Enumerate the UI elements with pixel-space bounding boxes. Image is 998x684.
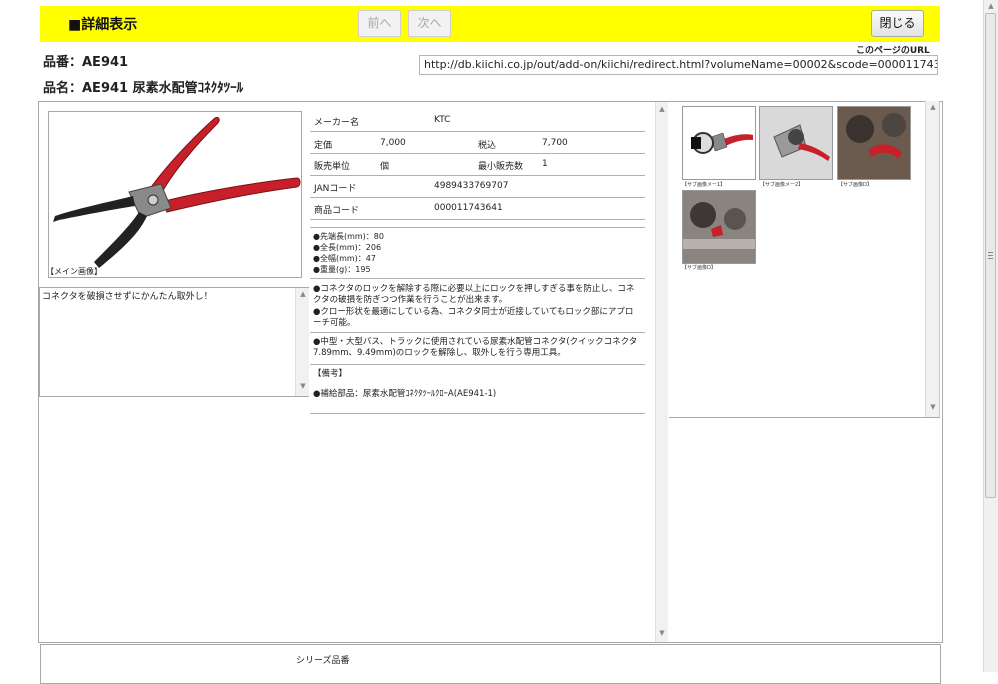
sub-image-caption: 【サブ画像メー2】 <box>760 182 804 188</box>
divider <box>310 227 645 228</box>
maker-label: メーカー名 <box>314 118 360 128</box>
main-image-caption: 【メイン画像】 <box>46 267 102 276</box>
table-row: 販売単位 個 最小販売数 1 <box>310 154 645 176</box>
product-code-value: 000011743641 <box>434 203 503 213</box>
header-bar: ■詳細表示 前へ 次へ 閉じる <box>40 6 940 42</box>
detail-scrollbar[interactable]: ▲ ▼ <box>655 102 668 642</box>
product-code-label: 商品コード <box>314 206 360 216</box>
sub-image-caption: 【サブ画像D】 <box>682 265 716 271</box>
page-scrollbar-thumb[interactable] <box>985 13 996 498</box>
scroll-up-icon[interactable]: ▲ <box>927 103 939 111</box>
divider <box>310 364 645 365</box>
divider <box>310 413 645 414</box>
note-paragraph: ●中型・大型バス、トラックに使用されている尿素水配管コネクタ(クイックコネクタ7… <box>313 337 638 358</box>
scroll-up-icon[interactable]: ▲ <box>985 2 997 10</box>
remarks-value: ●補給部品：尿素水配管ｺﾈｸﾀﾂｰﾙｸﾛｰA(AE941-1) <box>313 389 497 399</box>
main-image[interactable] <box>48 111 302 278</box>
sub-image-caption: 【サブ画像メー1】 <box>682 182 726 188</box>
divider <box>310 278 645 279</box>
sub-image-thumbnail[interactable] <box>759 106 833 180</box>
price-value: 7,000 <box>380 138 406 148</box>
spec-line: ●重量(g)：195 <box>313 265 371 274</box>
spec-line: ●先端長(mm)：80 <box>313 232 384 241</box>
unit-value: 個 <box>380 162 390 172</box>
series-label: シリーズ品番 <box>296 656 350 666</box>
table-row: 定価 7,000 税込 7,700 <box>310 132 645 154</box>
page-title: ■詳細表示 <box>68 17 138 33</box>
scroll-up-icon[interactable]: ▲ <box>656 105 668 113</box>
description-scrollbar[interactable]: ▲ ▼ <box>295 288 309 396</box>
min-qty-value: 1 <box>542 159 548 169</box>
remarks-label: 【備考】 <box>313 369 348 379</box>
price-label: 定価 <box>314 141 333 151</box>
unit-label: 販売単位 <box>314 162 351 172</box>
sub-image-thumbnail[interactable] <box>682 190 756 264</box>
next-button[interactable]: 次へ <box>408 10 451 37</box>
scroll-up-icon[interactable]: ▲ <box>297 290 309 298</box>
maker-value: KTC <box>434 115 451 125</box>
spec-line: ●全幅(mm)：47 <box>313 254 376 263</box>
note-paragraph: ●コネクタのロックを解除する際に必要以上にロックを押しすぎる事を防止し、コネクタ… <box>313 284 635 305</box>
description-textarea[interactable]: コネクタを破損させずにかんたん取外し！ ▲ ▼ <box>39 287 309 397</box>
scroll-down-icon[interactable]: ▼ <box>297 382 309 390</box>
jan-value: 4989433769707 <box>434 181 509 191</box>
item-name: 品名：AE941 尿素水配管ｺﾈｸﾀﾂｰﾙ <box>43 81 244 96</box>
series-frame <box>40 644 941 684</box>
prev-button[interactable]: 前へ <box>358 10 401 37</box>
table-row: メーカー名 KTC <box>310 110 645 132</box>
table-row: JANコード 4989433769707 <box>310 176 645 198</box>
description-text: コネクタを破損させずにかんたん取外し！ <box>42 292 213 302</box>
scroll-down-icon[interactable]: ▼ <box>656 629 668 637</box>
spec-line: ●全長(mm)：206 <box>313 243 382 252</box>
close-button[interactable]: 閉じる <box>871 10 924 37</box>
min-qty-label: 最小販売数 <box>478 162 524 172</box>
scroll-down-icon[interactable]: ▼ <box>927 403 939 411</box>
table-row: 商品コード 000011743641 <box>310 198 645 220</box>
note-paragraph: ●クロー形状を最適にしている為、コネクタ同士が近接していてもロック部にアプローチ… <box>313 307 634 328</box>
sub-image-thumbnail[interactable] <box>682 106 756 180</box>
divider <box>310 332 645 333</box>
page-url-field[interactable]: http://db.kiichi.co.jp/out/add-on/kiichi… <box>419 55 938 75</box>
sub-image-caption: 【サブ画像D】 <box>838 182 872 188</box>
tax-label: 税込 <box>478 141 497 151</box>
sub-image-thumbnail[interactable] <box>837 106 911 180</box>
item-code: 品番：AE941 <box>43 55 129 70</box>
tax-value: 7,700 <box>542 138 568 148</box>
pliers-image <box>53 117 301 268</box>
jan-label: JANコード <box>314 184 357 194</box>
sub-image-scrollbar[interactable]: ▲ ▼ <box>925 101 939 417</box>
